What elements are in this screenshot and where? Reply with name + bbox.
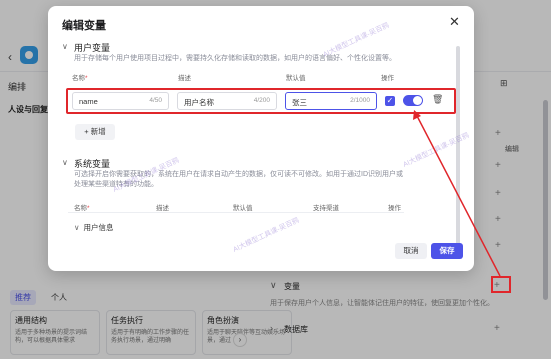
annotation-arrow (413, 110, 501, 277)
